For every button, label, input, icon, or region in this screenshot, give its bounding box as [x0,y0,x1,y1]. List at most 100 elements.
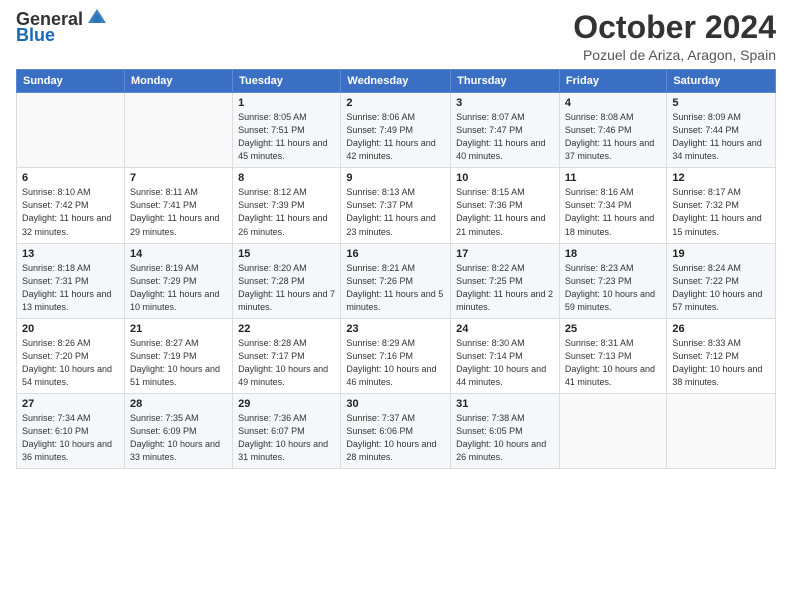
day-info: Sunrise: 8:22 AMSunset: 7:25 PMDaylight:… [456,262,554,314]
day-number: 13 [22,248,119,260]
calendar-cell: 2 Sunrise: 8:06 AMSunset: 7:49 PMDaylight… [341,93,451,168]
page: General Blue October 2024 Pozuel de Ariz… [0,0,792,612]
calendar-cell: 29 Sunrise: 7:36 AMSunset: 6:07 PMDayligh… [233,393,341,468]
day-info: Sunrise: 8:09 AMSunset: 7:44 PMDaylight:… [672,111,770,163]
day-number: 31 [456,398,554,410]
day-number: 7 [130,172,227,184]
day-number: 28 [130,398,227,410]
calendar-cell: 25Sunrise: 8:31 AMSunset: 7:13 PMDayligh… [559,318,666,393]
day-number: 12 [672,172,770,184]
day-number: 16 [346,248,445,260]
day-info: Sunrise: 7:35 AMSunset: 6:09 PMDaylight:… [130,412,227,464]
calendar-cell [559,393,666,468]
calendar-cell: 15 Sunrise: 8:20 AMSunset: 7:28 PMDayligh… [233,243,341,318]
day-info: Sunrise: 8:19 AMSunset: 7:29 PMDaylight:… [130,262,227,314]
day-info: Sunrise: 8:30 AMSunset: 7:14 PMDaylight:… [456,337,554,389]
calendar-header-sunday: Sunday [17,70,125,93]
calendar-header-tuesday: Tuesday [233,70,341,93]
calendar-week-1: 1 Sunrise: 8:05 AMSunset: 7:51 PMDaylight… [17,93,776,168]
logo-blue-text: Blue [16,26,55,46]
logo-icon [86,5,108,27]
calendar-cell: 11 Sunrise: 8:16 AMSunset: 7:34 PMDayligh… [559,168,666,243]
calendar-cell: 12 Sunrise: 8:17 AMSunset: 7:32 PMDayligh… [667,168,776,243]
day-info: Sunrise: 8:15 AMSunset: 7:36 PMDaylight:… [456,186,554,238]
calendar-cell: 19 Sunrise: 8:24 AMSunset: 7:22 PMDayligh… [667,243,776,318]
calendar-cell: 28 Sunrise: 7:35 AMSunset: 6:09 PMDayligh… [124,393,232,468]
calendar-cell: 10 Sunrise: 8:15 AMSunset: 7:36 PMDayligh… [451,168,560,243]
day-number: 29 [238,398,335,410]
calendar-cell: 18Sunrise: 8:23 AMSunset: 7:23 PMDayligh… [559,243,666,318]
day-number: 9 [346,172,445,184]
day-number: 11 [565,172,661,184]
calendar-cell: 3Sunrise: 8:07 AMSunset: 7:47 PMDaylight… [451,93,560,168]
subtitle: Pozuel de Ariza, Aragon, Spain [573,47,776,63]
day-info: Sunrise: 8:27 AMSunset: 7:19 PMDaylight:… [130,337,227,389]
calendar-cell: 27Sunrise: 7:34 AMSunset: 6:10 PMDayligh… [17,393,125,468]
calendar-cell: 24 Sunrise: 8:30 AMSunset: 7:14 PMDayligh… [451,318,560,393]
calendar-cell: 20 Sunrise: 8:26 AMSunset: 7:20 PMDayligh… [17,318,125,393]
calendar-cell: 30 Sunrise: 7:37 AMSunset: 6:06 PMDayligh… [341,393,451,468]
calendar-cell: 22 Sunrise: 8:28 AMSunset: 7:17 PMDayligh… [233,318,341,393]
calendar-cell: 17Sunrise: 8:22 AMSunset: 7:25 PMDayligh… [451,243,560,318]
day-info: Sunrise: 8:06 AMSunset: 7:49 PMDaylight:… [346,111,445,163]
day-info: Sunrise: 8:29 AMSunset: 7:16 PMDaylight:… [346,337,445,389]
day-number: 15 [238,248,335,260]
calendar-header-wednesday: Wednesday [341,70,451,93]
calendar-cell: 5Sunrise: 8:09 AMSunset: 7:44 PMDaylight… [667,93,776,168]
calendar-week-5: 27Sunrise: 7:34 AMSunset: 6:10 PMDayligh… [17,393,776,468]
calendar-cell: 16Sunrise: 8:21 AMSunset: 7:26 PMDayligh… [341,243,451,318]
day-info: Sunrise: 7:36 AMSunset: 6:07 PMDaylight:… [238,412,335,464]
calendar-header-thursday: Thursday [451,70,560,93]
day-info: Sunrise: 8:23 AMSunset: 7:23 PMDaylight:… [565,262,661,314]
calendar-cell: 26 Sunrise: 8:33 AMSunset: 7:12 PMDayligh… [667,318,776,393]
day-number: 4 [565,97,661,109]
calendar-cell [124,93,232,168]
day-number: 19 [672,248,770,260]
calendar-cell: 1 Sunrise: 8:05 AMSunset: 7:51 PMDaylight… [233,93,341,168]
day-number: 25 [565,323,661,335]
day-number: 3 [456,97,554,109]
header: General Blue October 2024 Pozuel de Ariz… [16,10,776,63]
day-number: 24 [456,323,554,335]
day-info: Sunrise: 8:33 AMSunset: 7:12 PMDaylight:… [672,337,770,389]
calendar-week-4: 20 Sunrise: 8:26 AMSunset: 7:20 PMDayligh… [17,318,776,393]
calendar-cell: 6Sunrise: 8:10 AMSunset: 7:42 PMDaylight… [17,168,125,243]
calendar-header-row: SundayMondayTuesdayWednesdayThursdayFrid… [17,70,776,93]
day-info: Sunrise: 7:38 AMSunset: 6:05 PMDaylight:… [456,412,554,464]
calendar-week-2: 6Sunrise: 8:10 AMSunset: 7:42 PMDaylight… [17,168,776,243]
day-info: Sunrise: 8:13 AMSunset: 7:37 PMDaylight:… [346,186,445,238]
day-info: Sunrise: 8:26 AMSunset: 7:20 PMDaylight:… [22,337,119,389]
day-info: Sunrise: 8:28 AMSunset: 7:17 PMDaylight:… [238,337,335,389]
day-info: Sunrise: 8:08 AMSunset: 7:46 PMDaylight:… [565,111,661,163]
calendar-cell: 21 Sunrise: 8:27 AMSunset: 7:19 PMDayligh… [124,318,232,393]
calendar-cell [17,93,125,168]
day-info: Sunrise: 8:12 AMSunset: 7:39 PMDaylight:… [238,186,335,238]
day-info: Sunrise: 8:16 AMSunset: 7:34 PMDaylight:… [565,186,661,238]
title-block: October 2024 Pozuel de Ariza, Aragon, Sp… [573,10,776,63]
day-info: Sunrise: 8:17 AMSunset: 7:32 PMDaylight:… [672,186,770,238]
day-number: 22 [238,323,335,335]
day-number: 21 [130,323,227,335]
day-info: Sunrise: 8:11 AMSunset: 7:41 PMDaylight:… [130,186,227,238]
day-number: 8 [238,172,335,184]
day-info: Sunrise: 8:20 AMSunset: 7:28 PMDaylight:… [238,262,335,314]
day-info: Sunrise: 8:24 AMSunset: 7:22 PMDaylight:… [672,262,770,314]
day-info: Sunrise: 8:05 AMSunset: 7:51 PMDaylight:… [238,111,335,163]
calendar-header-friday: Friday [559,70,666,93]
day-number: 20 [22,323,119,335]
calendar-header-monday: Monday [124,70,232,93]
day-number: 14 [130,248,227,260]
day-info: Sunrise: 7:37 AMSunset: 6:06 PMDaylight:… [346,412,445,464]
day-number: 10 [456,172,554,184]
day-info: Sunrise: 7:34 AMSunset: 6:10 PMDaylight:… [22,412,119,464]
day-number: 2 [346,97,445,109]
calendar-cell [667,393,776,468]
day-number: 1 [238,97,335,109]
calendar-cell: 8 Sunrise: 8:12 AMSunset: 7:39 PMDaylight… [233,168,341,243]
calendar-cell: 14 Sunrise: 8:19 AMSunset: 7:29 PMDayligh… [124,243,232,318]
calendar-cell: 9 Sunrise: 8:13 AMSunset: 7:37 PMDaylight… [341,168,451,243]
calendar-cell: 31 Sunrise: 7:38 AMSunset: 6:05 PMDayligh… [451,393,560,468]
day-number: 6 [22,172,119,184]
day-number: 30 [346,398,445,410]
day-number: 26 [672,323,770,335]
